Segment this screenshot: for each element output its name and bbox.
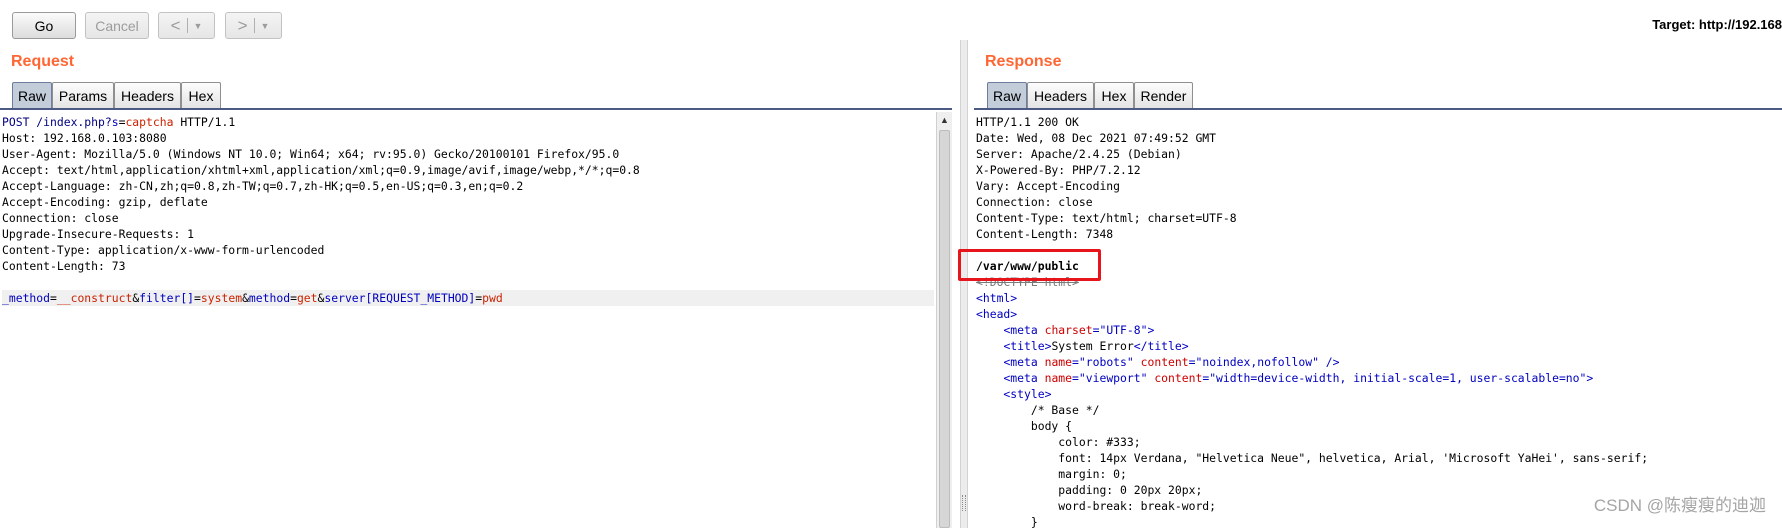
request-line: Accept-Encoding: gzip, deflate: [2, 195, 208, 209]
request-tab-hex[interactable]: Hex: [181, 82, 221, 108]
request-line: Accept-Language: zh-CN,zh;q=0.8,zh-TW;q=…: [2, 179, 524, 193]
forward-dropdown-icon[interactable]: ▼: [261, 21, 270, 31]
response-title: Response: [985, 53, 1062, 70]
request-tab-raw[interactable]: Raw: [12, 82, 52, 108]
back-dropdown-icon[interactable]: ▼: [194, 21, 203, 31]
watermark: CSDN @陈瘦瘦的迪迦: [1593, 496, 1766, 515]
split-divider[interactable]: [960, 40, 968, 528]
response-body-line: <head>: [976, 307, 1018, 321]
go-label: Go: [34, 17, 54, 34]
target-label: Target: http://192.168: [1652, 17, 1782, 32]
response-body-line: }: [976, 515, 1038, 528]
response-body-line: <html>: [976, 291, 1018, 305]
request-scrollbar[interactable]: ▲: [936, 112, 952, 528]
response-tab-render[interactable]: Render: [1134, 82, 1193, 108]
request-line: Host: 192.168.0.103:8080: [2, 131, 167, 145]
cancel-button[interactable]: Cancel: [85, 12, 149, 39]
response-header-line: Content-Length: 7348: [976, 227, 1114, 241]
response-body-line: <meta charset="UTF-8">: [1003, 323, 1155, 337]
response-body-line: margin: 0;: [976, 467, 1127, 481]
request-line: Accept: text/html,application/xhtml+xml,…: [2, 163, 640, 177]
response-tab-hex[interactable]: Hex: [1094, 82, 1134, 108]
response-header-line: HTTP/1.1 200 OK: [976, 115, 1079, 129]
back-button[interactable]: < ▼: [158, 12, 215, 39]
forward-arrow-icon: >: [237, 15, 248, 35]
request-title: Request: [11, 53, 75, 70]
request-line: Upgrade-Insecure-Requests: 1: [2, 227, 195, 241]
request-line: User-Agent: Mozilla/5.0 (Windows NT 10.0…: [2, 147, 620, 161]
separator: [253, 18, 255, 33]
request-line: Content-Type: application/x-www-form-url…: [2, 243, 325, 257]
request-line: POST /index.php?s=captcha HTTP/1.1: [2, 115, 236, 129]
response-tab-raw[interactable]: Raw: [987, 82, 1027, 108]
response-header-line: X-Powered-By: PHP/7.2.12: [976, 163, 1141, 177]
response-body-line: <style>: [976, 387, 1052, 401]
response-body-line: body {: [976, 419, 1073, 433]
back-arrow-icon: <: [170, 15, 181, 35]
response-editor[interactable]: HTTP/1.1 200 OK Date: Wed, 08 Dec 2021 0…: [974, 112, 1782, 528]
request-tabbar: Raw Params Headers Hex: [0, 82, 952, 110]
response-header-line: Date: Wed, 08 Dec 2021 07:49:52 GMT: [976, 131, 1217, 145]
request-body-line: _method=__construct&filter[]=system&meth…: [2, 290, 934, 306]
response-body-line: color: #333;: [976, 435, 1141, 449]
scroll-thumb[interactable]: [939, 130, 950, 528]
toolbar: Go Cancel < ▼ > ▼ Target: http://192.168: [0, 0, 1782, 50]
request-editor[interactable]: POST /index.php?s=captcha HTTP/1.1 Host:…: [0, 112, 934, 528]
request-tab-headers[interactable]: Headers: [114, 82, 181, 108]
response-body-line: /* Base */: [976, 403, 1100, 417]
response-tab-headers[interactable]: Headers: [1027, 82, 1094, 108]
highlight-box: [958, 249, 1101, 281]
response-header-line: Vary: Accept-Encoding: [976, 179, 1121, 193]
response-body-line: <title>System Error</title>: [1003, 339, 1189, 353]
request-line: Connection: close: [2, 211, 119, 225]
request-tab-params[interactable]: Params: [52, 82, 114, 108]
response-body-line: <meta name="viewport" content="width=dev…: [1003, 371, 1594, 385]
go-button[interactable]: Go: [12, 12, 76, 39]
scroll-up-icon[interactable]: ▲: [937, 112, 952, 128]
response-tabbar: Raw Headers Hex Render: [974, 82, 1782, 110]
response-header-line: Content-Type: text/html; charset=UTF-8: [976, 211, 1237, 225]
request-line: [2, 274, 934, 290]
response-body-line: <meta name="robots" content="noindex,nof…: [1003, 355, 1340, 369]
separator: [186, 18, 188, 33]
cancel-label: Cancel: [95, 17, 139, 34]
response-body-line: font: 14px Verdana, "Helvetica Neue", he…: [976, 451, 1649, 465]
response-header-line: Server: Apache/2.4.25 (Debian): [976, 147, 1182, 161]
response-header-line: Connection: close: [976, 195, 1093, 209]
forward-button[interactable]: > ▼: [225, 12, 282, 39]
request-line: Content-Length: 73: [2, 259, 126, 273]
divider-grip-icon[interactable]: [962, 495, 966, 511]
